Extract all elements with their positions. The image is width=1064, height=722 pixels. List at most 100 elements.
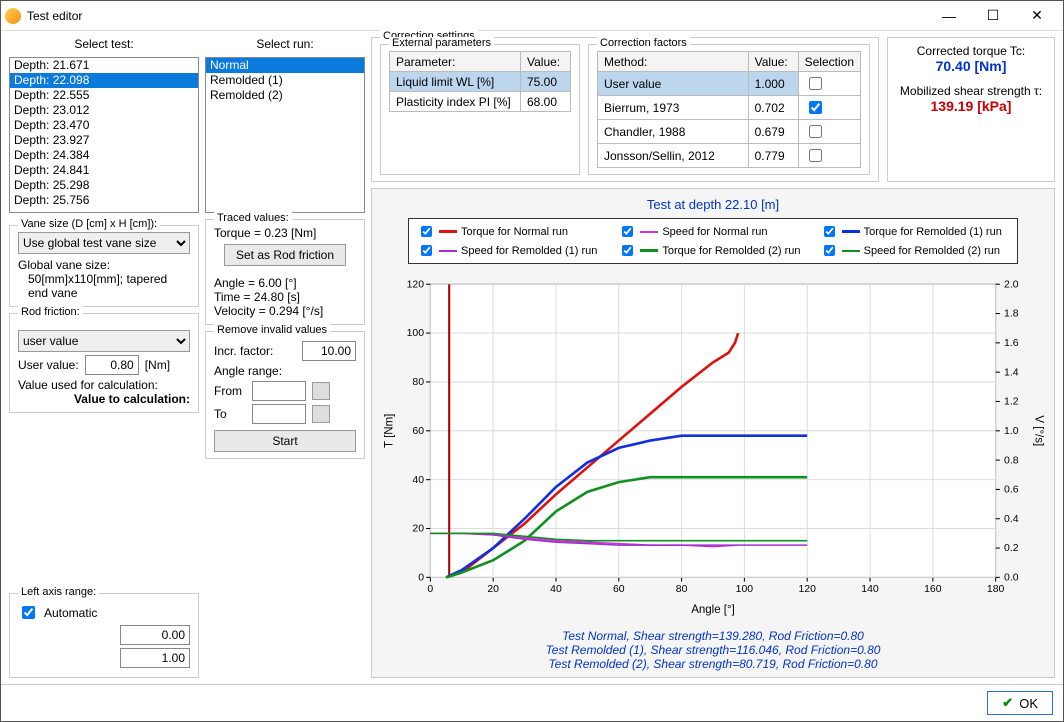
run-item[interactable]: Remolded (1) <box>206 73 364 88</box>
svg-text:80: 80 <box>676 584 688 595</box>
start-button[interactable]: Start <box>214 430 356 452</box>
mob-value: 139.19 [kPa] <box>896 98 1046 114</box>
from-input[interactable] <box>252 381 306 401</box>
incr-factor-input[interactable] <box>302 341 356 361</box>
svg-text:0.0: 0.0 <box>1004 573 1019 584</box>
legend-checkbox[interactable] <box>622 226 633 237</box>
app-icon <box>5 8 21 24</box>
svg-text:40: 40 <box>412 475 424 486</box>
test-listbox[interactable]: Depth: 21.671Depth: 22.098Depth: 22.555D… <box>9 57 199 213</box>
automatic-checkbox[interactable]: Automatic <box>18 603 190 622</box>
svg-text:80: 80 <box>412 377 424 388</box>
incr-factor-label: Incr. factor: <box>214 344 273 358</box>
legend-checkbox[interactable] <box>421 226 432 237</box>
titlebar: Test editor — ☐ ✕ <box>1 1 1063 31</box>
select-run-label: Select run: <box>205 37 365 51</box>
to-input[interactable] <box>252 404 306 424</box>
tc-value: 70.40 [Nm] <box>896 58 1046 74</box>
factor-checkbox[interactable] <box>809 77 822 90</box>
legend-checkbox[interactable] <box>622 245 633 256</box>
ext-params-group: External parameters <box>389 37 494 49</box>
legend-checkbox[interactable] <box>421 245 432 256</box>
traced-torque: Torque = 0.23 [Nm] <box>214 226 356 240</box>
automatic-cb[interactable] <box>22 606 35 619</box>
svg-text:0.8: 0.8 <box>1004 455 1019 466</box>
svg-text:120: 120 <box>798 584 816 595</box>
tc-label: Corrected torque Tc: <box>896 44 1046 58</box>
legend-checkbox[interactable] <box>824 245 835 256</box>
run-item[interactable]: Remolded (2) <box>206 88 364 103</box>
check-icon: ✔ <box>1002 695 1013 711</box>
factor-checkbox[interactable] <box>809 149 822 162</box>
from-label: From <box>214 384 246 398</box>
svg-text:0: 0 <box>427 584 433 595</box>
test-item[interactable]: Depth: 21.671 <box>10 58 198 73</box>
remove-invalid-group: Remove invalid values <box>214 324 330 336</box>
user-value-label: User value: <box>18 358 79 372</box>
chart-legend: Torque for Normal runSpeed for Normal ru… <box>408 218 1018 264</box>
to-label: To <box>214 407 246 421</box>
svg-text:0.2: 0.2 <box>1004 543 1019 554</box>
run-item[interactable]: Normal <box>206 58 364 73</box>
user-value-unit: [Nm] <box>145 358 170 372</box>
test-item[interactable]: Depth: 23.927 <box>10 133 198 148</box>
test-item[interactable]: Depth: 25.756 <box>10 193 198 208</box>
run-listbox[interactable]: NormalRemolded (1)Remolded (2) <box>205 57 365 213</box>
test-item[interactable]: Depth: 24.384 <box>10 148 198 163</box>
mob-label: Mobilized shear strength τ: <box>896 84 1046 98</box>
factor-checkbox[interactable] <box>809 101 822 114</box>
factor-checkbox[interactable] <box>809 125 822 138</box>
set-rod-friction-button[interactable]: Set as Rod friction <box>224 244 346 266</box>
correction-factors-group: Correction factors <box>597 37 690 49</box>
svg-text:2.0: 2.0 <box>1004 279 1019 290</box>
angle-range-label: Angle range: <box>214 364 356 378</box>
svg-text:1.2: 1.2 <box>1004 397 1019 408</box>
window-title: Test editor <box>27 9 82 23</box>
left-axis-group: Left axis range: <box>18 586 99 598</box>
vane-size-group: Vane size (D [cm] x H [cm]): <box>18 218 160 230</box>
axis-min-input[interactable] <box>120 625 190 645</box>
to-pick-button[interactable] <box>312 405 330 423</box>
user-value-input[interactable] <box>85 355 139 375</box>
chart-title: Test at depth 22.10 [m] <box>378 197 1048 212</box>
axis-max-input[interactable] <box>120 648 190 668</box>
chart-svg: 0204060801001201401601800204060801001200… <box>378 268 1048 625</box>
test-item[interactable]: Depth: 25.298 <box>10 178 198 193</box>
traced-angle: Angle = 6.00 [°] <box>214 276 356 290</box>
svg-text:100: 100 <box>407 328 425 339</box>
svg-text:V [°/s]: V [°/s] <box>1032 415 1044 446</box>
test-item[interactable]: Depth: 24.841 <box>10 163 198 178</box>
svg-text:120: 120 <box>407 279 425 290</box>
test-item[interactable]: Depth: 23.012 <box>10 103 198 118</box>
test-item[interactable]: Depth: 22.098 <box>10 73 198 88</box>
global-vane-value: 50[mm]x110[mm]; tapered end vane <box>18 272 190 300</box>
maximize-button[interactable]: ☐ <box>971 2 1015 30</box>
legend-checkbox[interactable] <box>824 226 835 237</box>
svg-text:20: 20 <box>412 524 424 535</box>
svg-text:1.8: 1.8 <box>1004 309 1019 320</box>
traced-time: Time = 24.80 [s] <box>214 290 356 304</box>
ok-button[interactable]: ✔ OK <box>987 691 1053 715</box>
test-item[interactable]: Depth: 23.470 <box>10 118 198 133</box>
svg-text:20: 20 <box>487 584 499 595</box>
test-item[interactable]: Depth: 22.555 <box>10 88 198 103</box>
vane-size-combo[interactable]: Use global test vane size <box>18 232 190 254</box>
minimize-button[interactable]: — <box>927 2 971 30</box>
from-pick-button[interactable] <box>312 382 330 400</box>
ext-params-table: Parameter:Value: Liquid limit WL [%]75.0… <box>389 51 571 112</box>
svg-text:Angle [°]: Angle [°] <box>691 604 735 616</box>
rod-friction-combo[interactable]: user value <box>18 330 190 352</box>
svg-text:40: 40 <box>550 584 562 595</box>
svg-text:180: 180 <box>987 584 1005 595</box>
svg-text:1.0: 1.0 <box>1004 426 1019 437</box>
close-button[interactable]: ✕ <box>1015 2 1059 30</box>
svg-text:140: 140 <box>861 584 879 595</box>
calc-label: Value used for calculation: <box>18 378 190 392</box>
svg-text:60: 60 <box>412 426 424 437</box>
svg-text:0: 0 <box>418 573 424 584</box>
svg-text:1.4: 1.4 <box>1004 367 1019 378</box>
svg-text:T [Nm]: T [Nm] <box>384 414 396 448</box>
svg-text:0.6: 0.6 <box>1004 485 1019 496</box>
chart-footers: Test Normal, Shear strength=139.280, Rod… <box>378 629 1048 671</box>
rod-friction-group: Rod friction: <box>18 306 83 318</box>
